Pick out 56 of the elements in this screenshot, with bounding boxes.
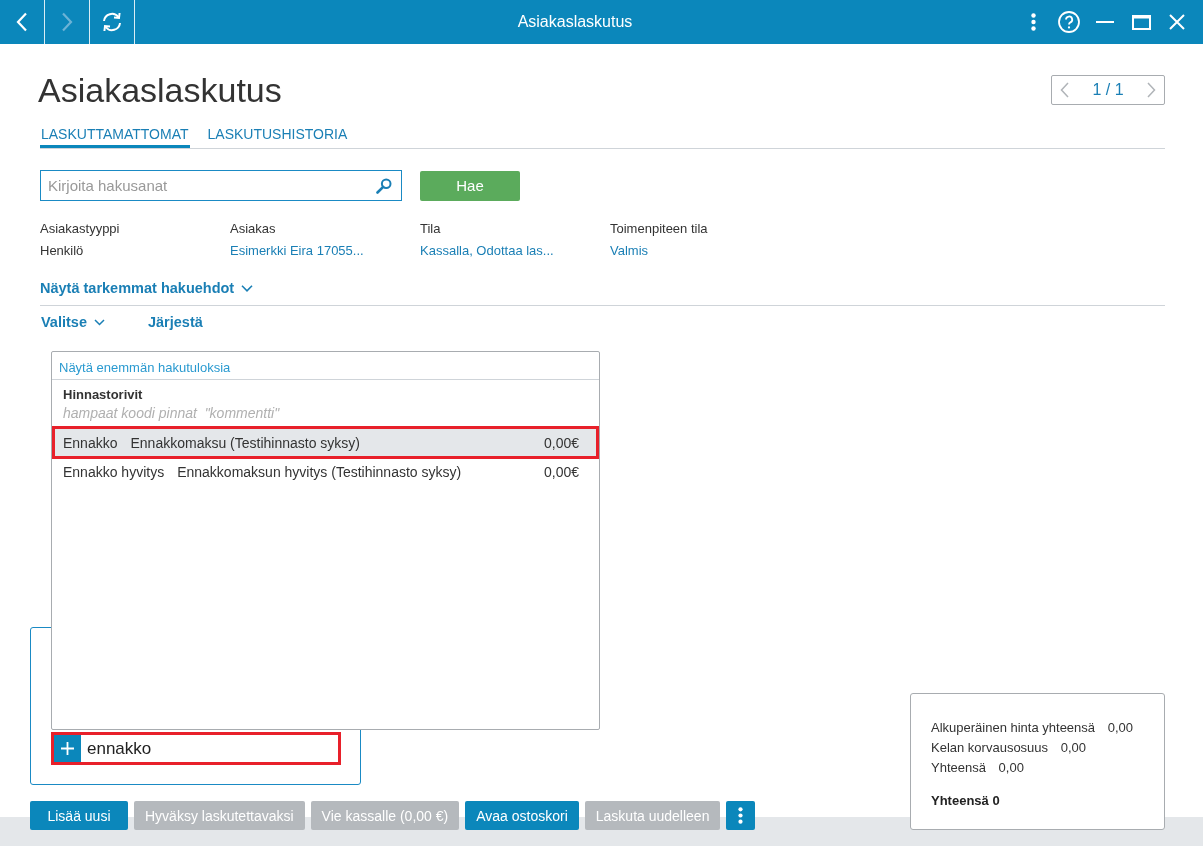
minimize-icon xyxy=(1096,21,1114,23)
plus-icon xyxy=(61,742,74,755)
refresh-icon xyxy=(101,12,123,32)
totals-label: Kelan korvausosuus xyxy=(931,740,1049,755)
more-icon xyxy=(738,807,744,824)
search-input[interactable]: Kirjoita hakusanat xyxy=(48,177,376,194)
tab[interactable]: LASKUTUSHISTORIA xyxy=(206,124,349,148)
more-icon xyxy=(1030,13,1036,31)
entry-field[interactable]: ennakko xyxy=(51,732,341,765)
search-button[interactable]: Hae xyxy=(420,170,520,201)
close-icon xyxy=(1169,14,1185,30)
action-button[interactable]: Avaa ostoskori xyxy=(465,801,579,830)
chevron-right-icon xyxy=(61,12,73,32)
help-icon xyxy=(1058,11,1080,33)
result-code: Ennakko hyvitys xyxy=(63,463,165,480)
page-title: Asiakaslaskutus xyxy=(38,70,282,111)
more-actions-button[interactable] xyxy=(726,801,756,830)
product-search-input[interactable]: ennakko xyxy=(81,735,338,762)
grand-total: Yhteensä 0 xyxy=(931,792,1001,810)
filter-value: Henkilö xyxy=(40,242,84,260)
result-price: 0,00€ xyxy=(543,434,579,451)
filter-label: Asiakas xyxy=(230,220,276,238)
result-row[interactable]: Ennakko Ennakkomaksu (Testihinnasto syksy) 0,00€ xyxy=(52,426,599,459)
add-button[interactable] xyxy=(54,735,81,762)
totals-value: 0,00 xyxy=(1060,740,1086,755)
tab[interactable]: LASKUTTAMATTOMAT xyxy=(40,124,190,148)
page-counter: 1 / 1 xyxy=(1092,81,1124,99)
filter-label: Asiakastyyppi xyxy=(40,220,120,238)
menu-button[interactable]: Valitse xyxy=(40,314,105,331)
search-icon xyxy=(376,177,392,194)
totals-label: Yhteensä xyxy=(931,760,986,775)
chevron-right-icon xyxy=(1147,82,1156,98)
result-name: Ennakkomaksu (Testihinnasto syksy) xyxy=(130,434,362,451)
chevron-left-icon xyxy=(16,12,28,32)
result-code: Ennakko xyxy=(63,434,118,451)
chevron-left-icon xyxy=(1060,82,1069,98)
totals-value: 0,00 xyxy=(998,760,1024,775)
result-price: 0,00€ xyxy=(543,463,579,480)
more-results-link[interactable]: Näytä enemmän hakutuloksia xyxy=(59,359,231,376)
totals-label: Alkuperäinen hinta yhteensä xyxy=(931,720,1096,735)
sort-button[interactable]: Järjestä xyxy=(146,314,203,331)
action-button[interactable]: Lisää uusi xyxy=(30,801,128,830)
result-name: Ennakkomaksun hyvitys (Testihinnasto syksy) xyxy=(177,463,463,480)
filter-value-link[interactable]: Esimerkki Eira 17055... xyxy=(230,240,364,262)
window-title: Asiakaslaskutus xyxy=(516,13,634,31)
filter-label: Tila xyxy=(420,220,441,238)
filter-value-link[interactable]: Kassalla, Odottaa las... xyxy=(420,240,554,262)
filter-label: Toimenpiteen tila xyxy=(610,220,708,238)
totals-value: 0,00 xyxy=(1107,720,1133,735)
caret-icon xyxy=(93,319,105,326)
search-hint: hampaat koodi pinnat "kommentti" xyxy=(62,404,281,423)
search-field[interactable]: Kirjoita hakusanat xyxy=(40,170,402,201)
maximize-icon xyxy=(1131,14,1151,30)
filter-value-link[interactable]: Valmis xyxy=(610,240,649,262)
group-title: Hinnastorivit xyxy=(62,386,144,403)
advanced-search-toggle[interactable]: Näytä tarkemmat hakuehdot xyxy=(40,280,254,297)
